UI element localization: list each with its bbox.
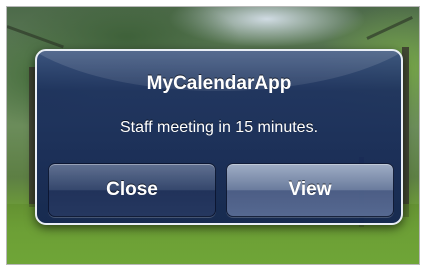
alert-message: Staff meeting in 15 minutes. bbox=[119, 119, 319, 136]
alert-dialog: MyCalendarApp Staff meeting in 15 minute… bbox=[35, 49, 403, 225]
alert-title: MyCalendarApp bbox=[146, 73, 292, 94]
device-screen: MyCalendarApp Staff meeting in 15 minute… bbox=[6, 6, 420, 265]
view-button[interactable]: View bbox=[226, 163, 394, 217]
close-button[interactable]: Close bbox=[48, 163, 216, 217]
